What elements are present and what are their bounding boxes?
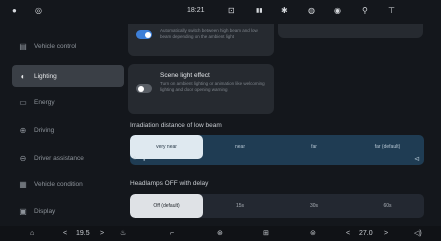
energy-icon: ▭: [19, 97, 27, 107]
sidebar-item-label: Lighting: [34, 72, 57, 80]
right-temperature: 27.0: [359, 230, 373, 237]
car-front-icon[interactable]: ⊜: [310, 229, 316, 238]
irradiation-label: Irradiation distance of low beam: [130, 122, 222, 129]
bluetooth-icon[interactable]: ✱: [281, 6, 288, 16]
left-temperature: 19.5: [76, 230, 90, 237]
clock-time: 18:21: [187, 7, 205, 14]
headlamps-off-label: Headlamps OFF with delay: [130, 180, 209, 187]
pin-icon[interactable]: ⊤: [388, 6, 395, 16]
headlamps-off-selector[interactable]: Off (default) 15s 30s 60s: [130, 194, 424, 218]
headlamps-off-option-60s[interactable]: 60s: [351, 194, 424, 218]
home-icon[interactable]: ⌂: [30, 229, 34, 238]
sidebar-item-label: Driver assistance: [34, 154, 84, 162]
irradiation-option-very-near[interactable]: very near: [130, 135, 203, 159]
location-icon[interactable]: ◎: [35, 6, 42, 16]
sidebar-item-energy[interactable]: ▭ Energy: [12, 91, 124, 113]
slider-dot-icon: ●: [143, 157, 146, 162]
seat-icon[interactable]: ⌐: [170, 229, 174, 238]
condition-icon: ▦: [19, 179, 27, 189]
sidebar-item-label: Vehicle condition: [34, 180, 83, 188]
lock-icon: ⊡: [228, 6, 235, 15]
sidebar-item-label: Vehicle control: [34, 42, 77, 50]
assist-icon: ⊖: [19, 153, 27, 163]
sidebar-item-driving[interactable]: ⊕ Driving: [12, 119, 124, 141]
auto-beam-description: Automatically switch between high beam a…: [160, 28, 258, 39]
apps-icon[interactable]: ⊞: [263, 229, 269, 238]
profile-icon[interactable]: ●: [12, 6, 17, 16]
sidebar-item-label: Energy: [34, 98, 55, 106]
right-option-card[interactable]: [278, 24, 423, 38]
light-icon: ◐: [20, 71, 26, 81]
slider-start-icon: ◌: [133, 156, 137, 162]
sidebar-item-lighting[interactable]: ◐ Lighting: [12, 65, 124, 87]
bottom-bar: ⌂ < 19.5 > ♨ ⌐ ⊛ ⊞ ⊜ < 27.0 > ◁): [0, 226, 441, 241]
person-icon[interactable]: ⚲: [362, 6, 368, 16]
headlamps-off-option-30s[interactable]: 30s: [277, 194, 351, 218]
sidebar-item-driver-assistance[interactable]: ⊖ Driver assistance: [12, 147, 124, 169]
irradiation-option-far[interactable]: far: [277, 135, 351, 159]
sidebar-item-vehicle-condition[interactable]: ▦ Vehicle condition: [12, 173, 124, 195]
left-temp-down-button[interactable]: <: [63, 229, 67, 238]
auto-beam-toggle[interactable]: [136, 30, 152, 39]
sidebar-item-vehicle-control[interactable]: ▤ Vehicle control: [12, 35, 124, 57]
headlamps-off-option-15s[interactable]: 15s: [203, 194, 277, 218]
car-icon: ▤: [19, 41, 27, 51]
left-temp-up-button[interactable]: >: [100, 229, 104, 238]
camera-icon[interactable]: ◉: [334, 6, 341, 16]
irradiation-option-near[interactable]: near: [203, 135, 277, 159]
settings-panel: Automatically switch between high beam a…: [128, 24, 428, 224]
irradiation-selector[interactable]: very near near far far (default) ◌ ● ⊲: [130, 135, 424, 165]
driving-icon: ⊕: [19, 125, 27, 135]
right-temp-down-button[interactable]: <: [346, 229, 350, 238]
mute-icon[interactable]: ◍: [308, 6, 315, 16]
scene-light-toggle[interactable]: [136, 84, 152, 93]
scene-light-description: Turn on ambient lighting or animation li…: [160, 81, 265, 92]
headlamps-off-option-off[interactable]: Off (default): [130, 194, 203, 218]
sidebar-item-label: Display: [34, 207, 56, 215]
signal-icon: ▮▮: [256, 8, 263, 14]
slider-end-icon: ⊲: [414, 156, 420, 163]
right-temp-up-button[interactable]: >: [384, 229, 388, 238]
seat-heat-icon[interactable]: ♨: [120, 229, 126, 238]
sidebar-item-display[interactable]: ▣ Display: [12, 200, 124, 222]
display-icon: ▣: [19, 206, 27, 216]
sidebar-item-label: Driving: [34, 126, 55, 134]
scene-light-title: Scene light effect: [160, 72, 210, 79]
status-bar: ● ◎ 18:21 ⊡ ▮▮ ✱ ◍ ◉ ⚲ ⊤: [0, 0, 441, 24]
volume-icon[interactable]: ◁): [414, 229, 422, 238]
auto-beam-card[interactable]: Automatically switch between high beam a…: [128, 24, 274, 56]
scene-light-card[interactable]: Scene light effect Turn on ambient light…: [128, 64, 274, 114]
fan-icon[interactable]: ⊛: [217, 229, 223, 238]
